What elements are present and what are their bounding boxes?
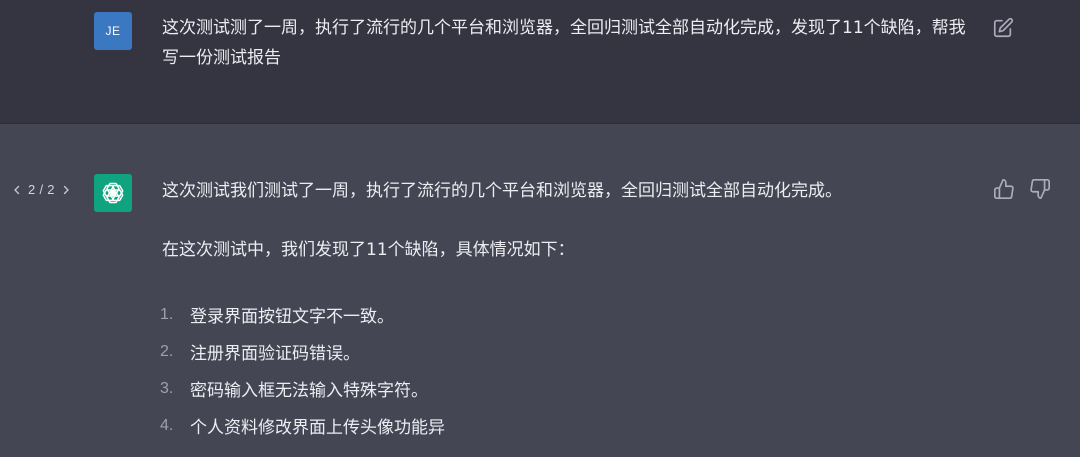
thumbs-up-icon[interactable] <box>993 178 1015 200</box>
list-item-text: 个人资料修改界面上传头像功能异 <box>190 418 445 438</box>
user-message-text: 这次测试测了一周，执行了流行的几个平台和浏览器，全回归测试全部自动化完成，发现了… <box>162 18 966 68</box>
list-item-text: 密码输入框无法输入特殊字符。 <box>190 381 428 401</box>
openai-logo-icon <box>100 180 126 206</box>
user-message: JE 这次测试测了一周，执行了流行的几个平台和浏览器，全回归测试全部自动化完成，… <box>0 0 1080 124</box>
user-avatar-initials: JE <box>105 24 121 38</box>
pager-count: 2 / 2 <box>28 182 55 197</box>
response-pager: 2 / 2 <box>10 182 73 197</box>
list-item: 3. 密码输入框无法输入特殊字符。 <box>160 370 445 407</box>
list-item-number: 3. <box>160 379 174 397</box>
list-item-number: 1. <box>160 305 174 323</box>
defect-list: 1. 登录界面按钮文字不一致。 2. 注册界面验证码错误。 3. 密码输入框无法… <box>160 296 445 444</box>
list-item: 1. 登录界面按钮文字不一致。 <box>160 296 445 333</box>
thumbs-down-icon[interactable] <box>1029 178 1051 200</box>
assistant-paragraph-2: 在这次测试中，我们发现了11个缺陷，具体情况如下： <box>162 240 575 260</box>
list-item-number: 4. <box>160 416 174 434</box>
list-item: 4. 个人资料修改界面上传头像功能异 <box>160 407 445 444</box>
list-item-text: 注册界面验证码错误。 <box>190 344 360 364</box>
assistant-avatar <box>94 174 132 212</box>
chevron-left-icon[interactable] <box>10 183 24 197</box>
user-avatar: JE <box>94 12 132 50</box>
list-item-text: 登录界面按钮文字不一致。 <box>190 307 394 327</box>
assistant-message: 2 / 2 这次测试我们测试了一周，执行了流行的几个平台和浏览器，全回归测试全部… <box>0 124 1080 457</box>
edit-icon[interactable] <box>992 17 1014 39</box>
assistant-paragraph-1: 这次测试我们测试了一周，执行了流行的几个平台和浏览器，全回归测试全部自动化完成。 <box>162 181 842 201</box>
list-item: 2. 注册界面验证码错误。 <box>160 333 445 370</box>
chevron-right-icon[interactable] <box>59 183 73 197</box>
list-item-number: 2. <box>160 342 174 360</box>
